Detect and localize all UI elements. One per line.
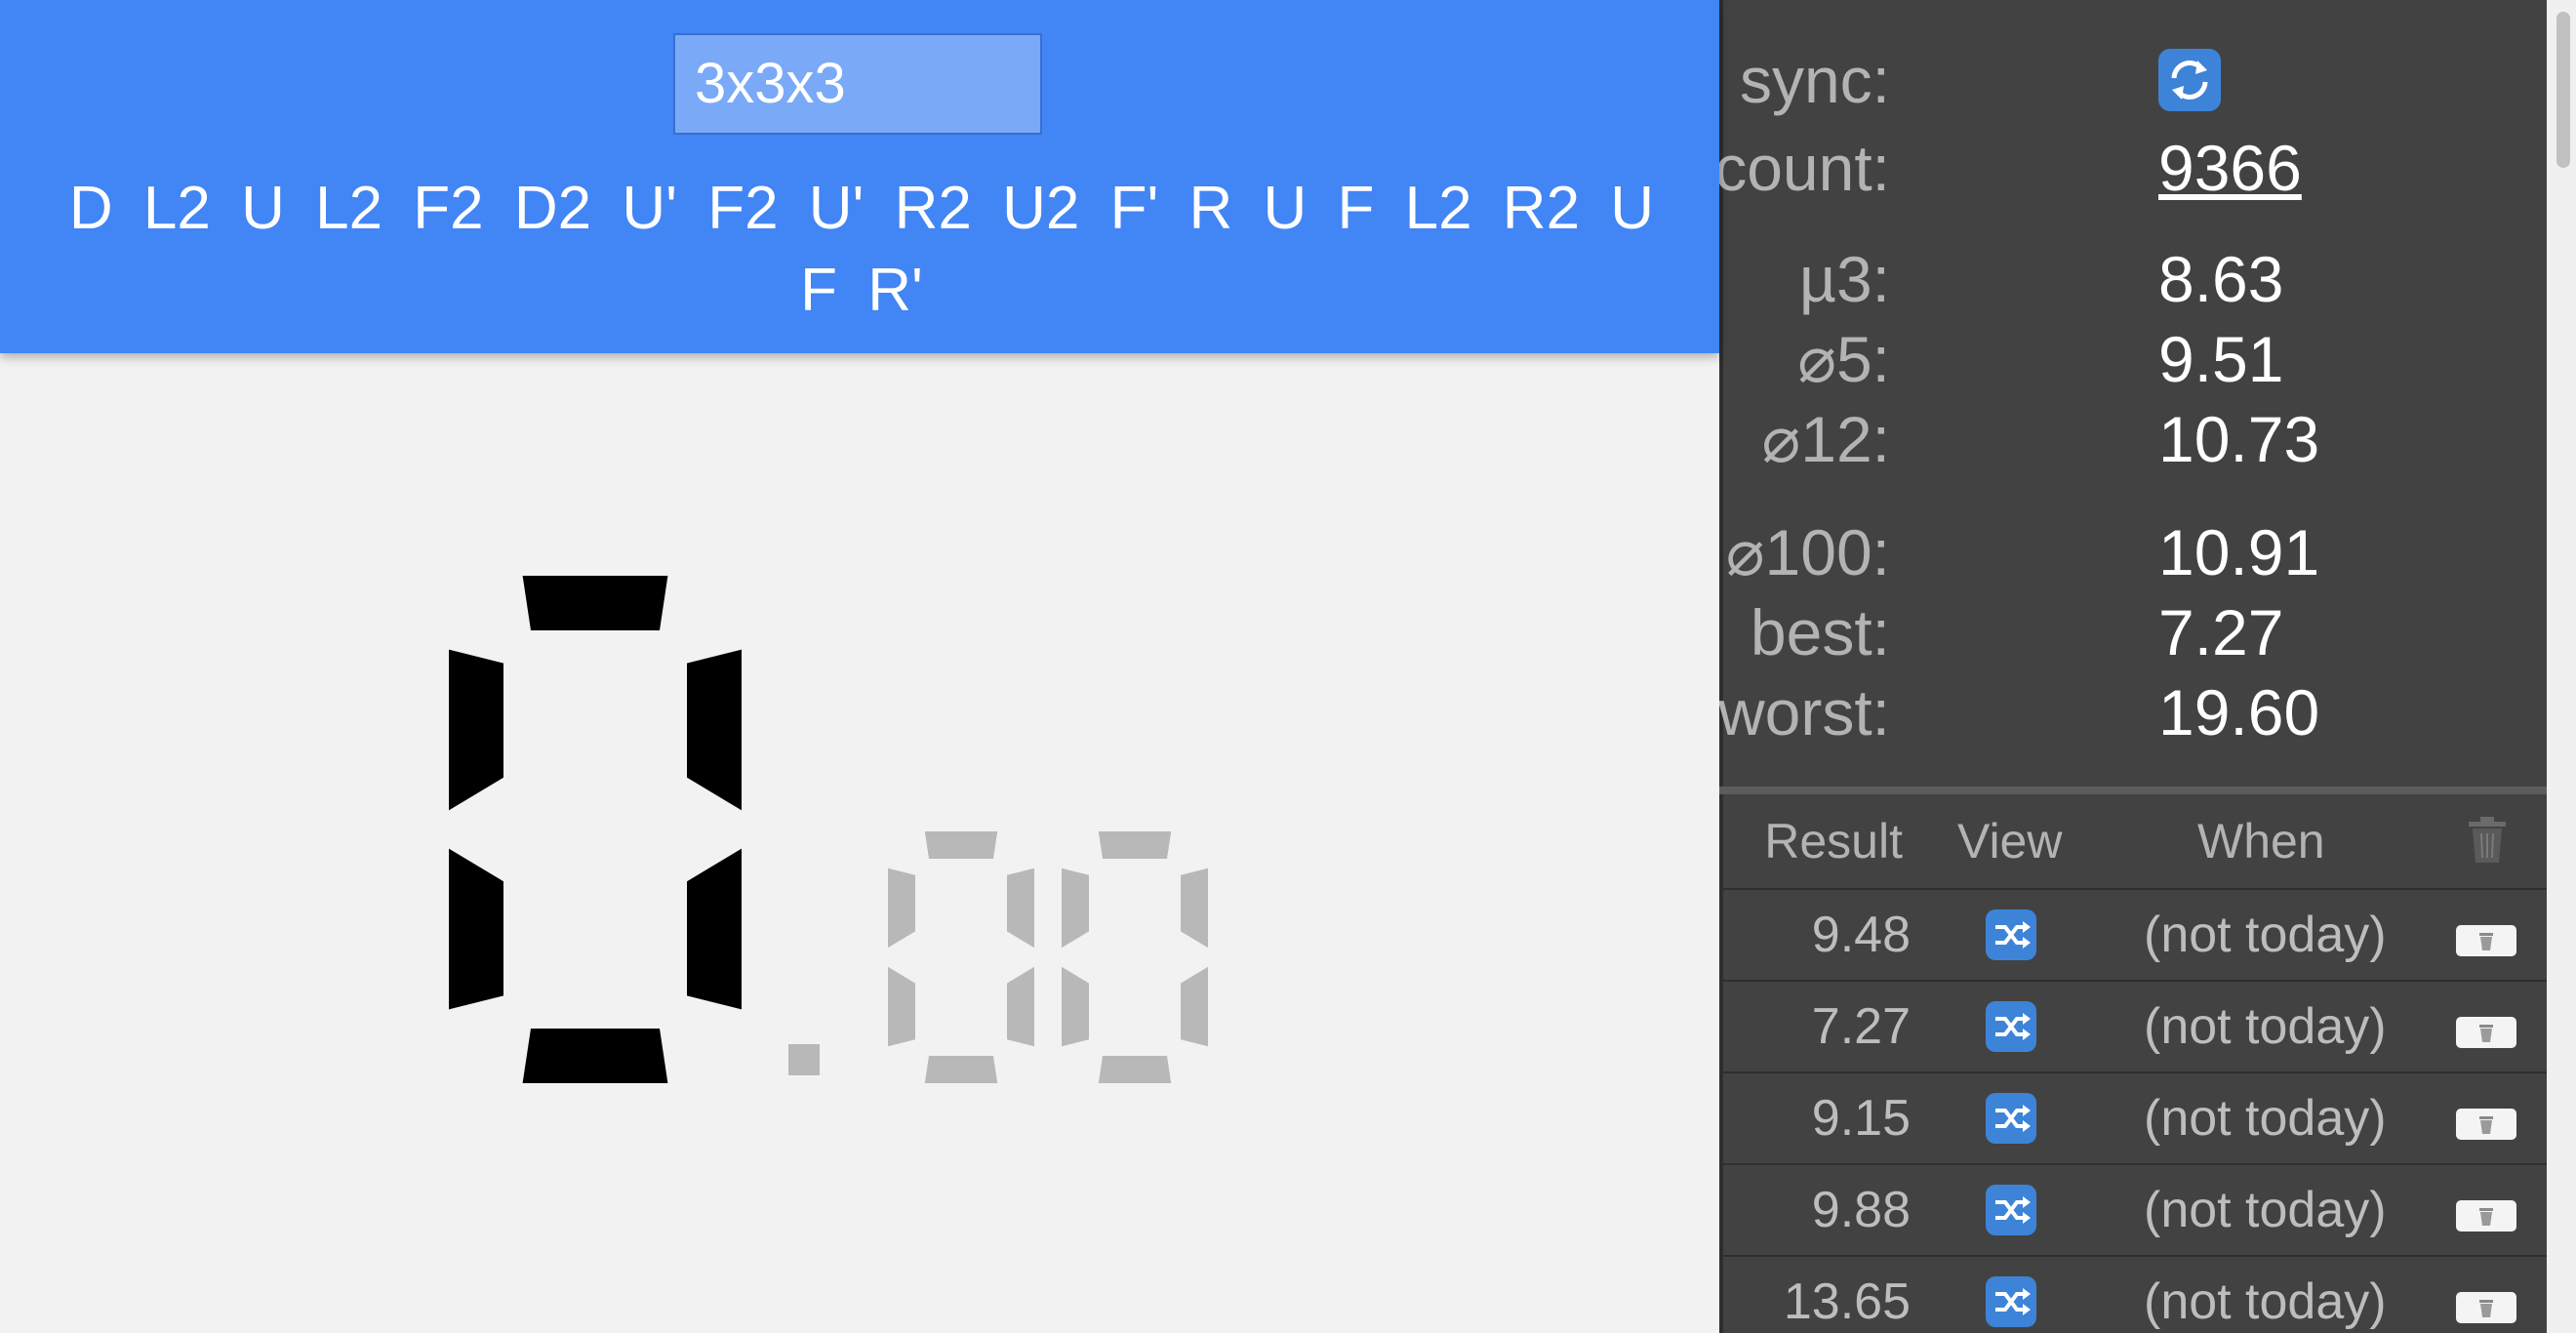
sync-label: sync: — [1739, 44, 1890, 116]
scramble-bar: 3x3x3 D L2 U L2 F2 D2 U' F2 U' R2 U2 F' … — [0, 0, 1719, 353]
count-link[interactable]: 9366 — [2158, 129, 2302, 207]
result-when: (not today) — [2144, 1182, 2387, 1238]
timer-digit-int0-segment-b — [687, 649, 742, 811]
view-column-header: View — [1957, 814, 2063, 868]
stats-sidebar: sync: count: 9366 µ3: 8.63 ⌀5: 9.51 ⌀12:… — [1719, 0, 2576, 1333]
worst-value: 19.60 — [2158, 676, 2320, 748]
avg5-label: ⌀5: — [1797, 323, 1890, 395]
shuffle-icon[interactable] — [1986, 1093, 2036, 1144]
timer-digit-frac1-segment-a — [1098, 831, 1172, 859]
trash-icon[interactable] — [2465, 814, 2510, 865]
avg12-value: 10.73 — [2158, 403, 2320, 475]
result-time: 9.15 — [1811, 1090, 1911, 1147]
result-time: 7.27 — [1811, 998, 1911, 1055]
best-row: best: 7.27 — [1719, 593, 2547, 671]
shuffle-icon[interactable] — [1986, 1001, 2036, 1052]
stats-divider — [1719, 787, 2547, 794]
result-when: (not today) — [2144, 998, 2387, 1055]
shuffle-icon[interactable] — [1986, 909, 2036, 960]
event-select[interactable]: 3x3x3 — [673, 33, 1042, 135]
timer-digit-frac0-segment-f — [888, 868, 915, 949]
timer-digit-frac1-segment-c — [1181, 966, 1208, 1047]
result-row[interactable]: 13.65 (not today) — [1719, 1255, 2547, 1333]
mean3-row: µ3: 8.63 — [1719, 240, 2547, 318]
delete-icon[interactable] — [2456, 925, 2516, 956]
scrollbar[interactable] — [2547, 0, 2576, 1333]
result-row[interactable]: 9.48 (not today) — [1719, 888, 2547, 980]
shuffle-icon[interactable] — [1986, 1276, 2036, 1327]
sync-icon[interactable] — [2158, 49, 2221, 111]
avg100-value: 10.91 — [2158, 516, 2320, 588]
timer-digit-frac1-segment-e — [1062, 966, 1089, 1047]
delete-icon[interactable] — [2456, 1017, 2516, 1048]
delete-icon[interactable] — [2456, 1292, 2516, 1323]
result-time: 13.65 — [1783, 1273, 1911, 1330]
count-label: count: — [1719, 132, 1890, 204]
count-row: count: 9366 — [1719, 129, 2547, 207]
avg5-value: 9.51 — [2158, 323, 2284, 395]
scrollbar-thumb[interactable] — [2556, 12, 2570, 168]
mean3-value: 8.63 — [2158, 243, 2284, 315]
when-column-header: When — [2197, 814, 2325, 868]
delete-icon[interactable] — [2456, 1200, 2516, 1232]
result-time: 9.88 — [1811, 1182, 1911, 1238]
timer-digit-frac0-segment-c — [1007, 966, 1034, 1047]
timer-digits — [449, 576, 1208, 1083]
avg100-row: ⌀100: 10.91 — [1719, 513, 2547, 591]
timer-digit-int0-segment-a — [522, 576, 668, 630]
timer-digit-frac0-segment-b — [1007, 868, 1034, 949]
timer-digit-frac0-segment-e — [888, 966, 915, 1047]
best-value: 7.27 — [2158, 596, 2284, 668]
timer-digit-int0-segment-d — [522, 1029, 668, 1083]
result-when: (not today) — [2144, 907, 2387, 963]
avg12-row: ⌀12: 10.73 — [1719, 400, 2547, 478]
result-time: 9.48 — [1811, 907, 1911, 963]
timer-digit-int0-segment-e — [449, 848, 503, 1010]
timer-display[interactable] — [429, 566, 1308, 1093]
delete-icon[interactable] — [2456, 1109, 2516, 1140]
timer-digit-frac0-segment-a — [924, 831, 998, 859]
result-row[interactable]: 9.88 (not today) — [1719, 1163, 2547, 1255]
shuffle-icon[interactable] — [1986, 1185, 2036, 1235]
best-label: best: — [1750, 596, 1890, 668]
timer-digit-frac1-segment-f — [1062, 868, 1089, 949]
timer-digit-frac1-segment-d — [1098, 1056, 1172, 1083]
result-row[interactable]: 9.15 (not today) — [1719, 1071, 2547, 1163]
result-column-header: Result — [1764, 814, 1903, 868]
avg5-row: ⌀5: 9.51 — [1719, 320, 2547, 398]
avg12-label: ⌀12: — [1761, 403, 1890, 475]
timer-decimal-point — [788, 1044, 820, 1075]
mean3-label: µ3: — [1798, 243, 1890, 315]
worst-row: worst: 19.60 — [1719, 673, 2547, 751]
result-row[interactable]: 7.27 (not today) — [1719, 980, 2547, 1071]
worst-label: worst: — [1719, 676, 1890, 748]
timer-digit-frac0-segment-d — [924, 1056, 998, 1083]
timer-digit-int0-segment-c — [687, 848, 742, 1010]
sync-row: sync: — [1719, 41, 2547, 119]
results-header: Result View When — [1719, 794, 2547, 888]
scramble-text: D L2 U L2 F2 D2 U' F2 U' R2 U2 F' R U F … — [68, 175, 1655, 324]
timer-digit-int0-segment-f — [449, 649, 503, 811]
result-when: (not today) — [2144, 1273, 2387, 1330]
avg100-label: ⌀100: — [1725, 516, 1890, 588]
timer-digit-frac1-segment-b — [1181, 868, 1208, 949]
result-when: (not today) — [2144, 1090, 2387, 1147]
